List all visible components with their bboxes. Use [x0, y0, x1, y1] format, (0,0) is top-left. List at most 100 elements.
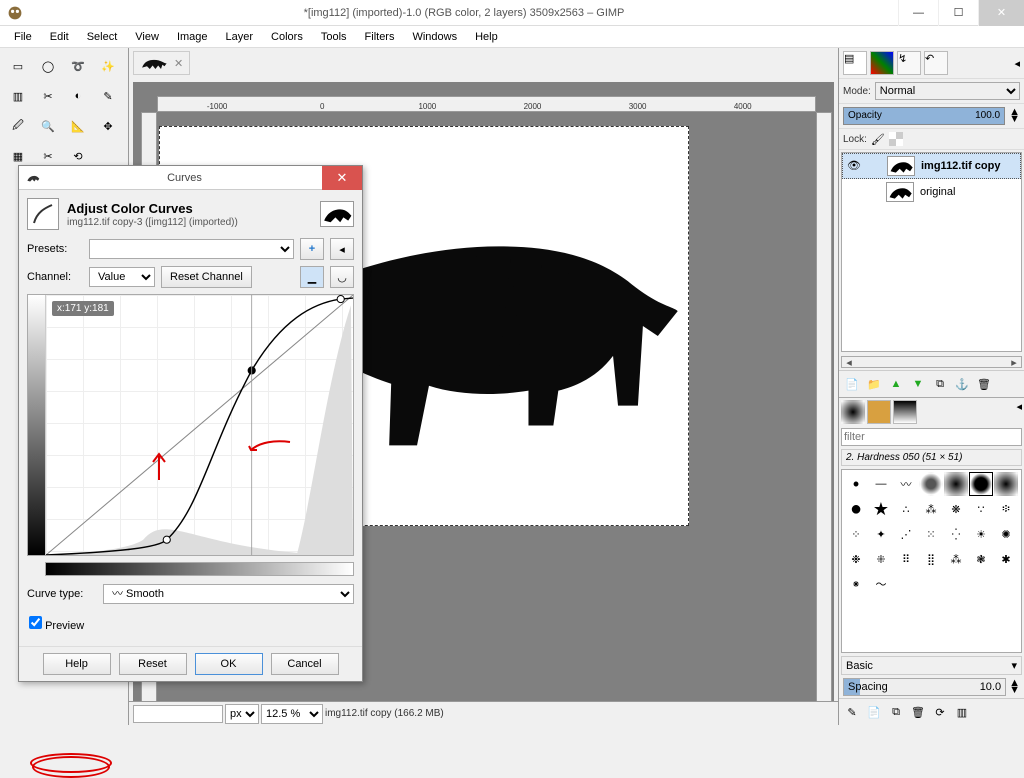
eye-icon[interactable]: 👁	[847, 159, 861, 173]
histogram-linear-icon[interactable]: ▁	[300, 266, 324, 288]
paths-tool-icon[interactable]: ✎	[94, 82, 122, 110]
presets-select[interactable]	[89, 239, 294, 259]
brush-item[interactable]: ★	[869, 497, 893, 521]
menu-filters[interactable]: Filters	[357, 29, 403, 45]
patterns-tab-icon[interactable]	[867, 400, 891, 424]
by-color-select-tool-icon[interactable]: ▥	[4, 82, 32, 110]
brush-item[interactable]: ⁂	[944, 547, 968, 571]
brush-item[interactable]: 〰	[894, 472, 918, 496]
panel-menu-icon[interactable]: ◂	[1016, 400, 1022, 424]
open-as-image-icon[interactable]: ▥	[953, 703, 971, 721]
preview-checkbox-label[interactable]: Preview	[29, 620, 84, 632]
brush-item[interactable]: ❉	[844, 547, 868, 571]
brush-item[interactable]	[919, 472, 943, 496]
layers-tab-icon[interactable]: ▤	[843, 51, 867, 75]
add-preset-button[interactable]: +	[300, 238, 324, 260]
layer-name[interactable]: original	[920, 186, 955, 198]
brush-item[interactable]: ⁕	[844, 572, 868, 596]
foreground-select-tool-icon[interactable]: ◐	[64, 82, 92, 110]
color-picker-tool-icon[interactable]: 🖉	[4, 112, 32, 140]
raise-layer-icon[interactable]: ▲	[887, 375, 905, 393]
menu-tools[interactable]: Tools	[313, 29, 355, 45]
menu-colors[interactable]: Colors	[263, 29, 311, 45]
menu-edit[interactable]: Edit	[42, 29, 77, 45]
lower-layer-icon[interactable]: ▼	[909, 375, 927, 393]
curve-type-select[interactable]: 〰 Smooth	[103, 584, 354, 604]
preset-menu-button[interactable]: ◂	[330, 238, 354, 260]
refresh-brushes-icon[interactable]: ⟳	[931, 703, 949, 721]
menu-select[interactable]: Select	[79, 29, 126, 45]
brushes-tab-icon[interactable]	[841, 400, 865, 424]
menu-layer[interactable]: Layer	[218, 29, 262, 45]
preview-checkbox[interactable]	[29, 616, 42, 629]
brush-item[interactable]	[944, 472, 968, 496]
spacing-stepper[interactable]: ▲▼	[1009, 680, 1020, 694]
duplicate-layer-icon[interactable]: ⧉	[931, 375, 949, 393]
brush-item[interactable]: ☀	[969, 522, 993, 546]
delete-layer-icon[interactable]: 🗑	[975, 375, 993, 393]
reset-button[interactable]: Reset	[119, 653, 187, 675]
brush-item[interactable]: ∵	[969, 497, 993, 521]
spacing-slider[interactable]: Spacing 10.0	[843, 678, 1006, 696]
brush-item[interactable]	[969, 472, 993, 496]
zoom-tool-icon[interactable]: 🔍	[34, 112, 62, 140]
menu-file[interactable]: File	[6, 29, 40, 45]
channels-tab-icon[interactable]	[870, 51, 894, 75]
brush-item[interactable]: ∴	[894, 497, 918, 521]
duplicate-brush-icon[interactable]: ⧉	[887, 703, 905, 721]
window-close-button[interactable]: ✕	[978, 0, 1024, 26]
brush-item[interactable]: ✺	[994, 522, 1018, 546]
brush-item[interactable]: ⁛	[944, 522, 968, 546]
opacity-stepper[interactable]: ▲▼	[1009, 109, 1020, 123]
brush-item[interactable]: ⠿	[894, 547, 918, 571]
lasso-tool-icon[interactable]: ➰	[64, 52, 92, 80]
layer-row[interactable]: 👁 img112.tif copy	[842, 153, 1021, 179]
canvas-scrollbar-vertical[interactable]	[816, 112, 832, 703]
brush-item[interactable]: ●	[844, 497, 868, 521]
window-maximize-button[interactable]: ☐	[938, 0, 978, 26]
layers-scrollbar[interactable]: ◂▸	[841, 356, 1022, 368]
brush-item[interactable]: ⣿	[919, 547, 943, 571]
move-tool-icon[interactable]: ✥	[94, 112, 122, 140]
brush-item[interactable]: ⁙	[919, 522, 943, 546]
layers-list[interactable]: 👁 img112.tif copy 👁 original	[841, 152, 1022, 352]
reset-channel-button[interactable]: Reset Channel	[161, 266, 252, 288]
menu-view[interactable]: View	[127, 29, 167, 45]
scissors-tool-icon[interactable]: ✂	[34, 82, 62, 110]
fuzzy-select-tool-icon[interactable]: ✨	[94, 52, 122, 80]
brush-item[interactable]: —	[869, 472, 893, 496]
zoom-select[interactable]: 12.5 %	[261, 704, 323, 724]
measure-tool-icon[interactable]: 📐	[64, 112, 92, 140]
layer-group-icon[interactable]: 📁	[865, 375, 883, 393]
ok-button[interactable]: OK	[195, 653, 263, 675]
brush-filter-input[interactable]	[841, 428, 1022, 446]
new-layer-icon[interactable]: 📄	[843, 375, 861, 393]
image-tab[interactable]: ✕	[133, 51, 190, 75]
new-brush-icon[interactable]: 📄	[865, 703, 883, 721]
brush-item[interactable]: ✦	[869, 522, 893, 546]
brush-item[interactable]: ⁘	[844, 522, 868, 546]
layer-name[interactable]: img112.tif copy	[921, 160, 1000, 172]
window-minimize-button[interactable]: —	[898, 0, 938, 26]
edit-brush-icon[interactable]: ✎	[843, 703, 861, 721]
dialog-close-button[interactable]: ✕	[322, 166, 362, 190]
brush-item[interactable]: •	[844, 472, 868, 496]
paths-tab-icon[interactable]: ↯	[897, 51, 921, 75]
brush-item[interactable]: ⁂	[919, 497, 943, 521]
brush-preset-select[interactable]: Basic▾	[841, 656, 1022, 675]
channel-select[interactable]: Value	[89, 267, 155, 287]
opacity-slider[interactable]: Opacity 100.0	[843, 107, 1005, 125]
blend-mode-select[interactable]: Normal	[875, 82, 1020, 100]
rect-select-tool-icon[interactable]: ▭	[4, 52, 32, 80]
brush-item[interactable]: ❃	[969, 547, 993, 571]
anchor-layer-icon[interactable]: ⚓	[953, 375, 971, 393]
curves-graph[interactable]: x:171 y:181	[27, 294, 354, 556]
brush-grid[interactable]: • — 〰 ● ★ ∴ ⁂ ❋ ∵ ፨ ⁘ ✦ ⋰ ⁙ ⁛ ☀ ✺	[841, 469, 1022, 653]
lock-pixels-icon[interactable]: 🖌	[871, 133, 885, 146]
help-button[interactable]: Help	[43, 653, 111, 675]
close-tab-icon[interactable]: ✕	[174, 57, 183, 70]
menu-help[interactable]: Help	[467, 29, 506, 45]
gradients-tab-icon[interactable]	[893, 400, 917, 424]
ellipse-select-tool-icon[interactable]: ◯	[34, 52, 62, 80]
brush-item[interactable]: ✱	[994, 547, 1018, 571]
